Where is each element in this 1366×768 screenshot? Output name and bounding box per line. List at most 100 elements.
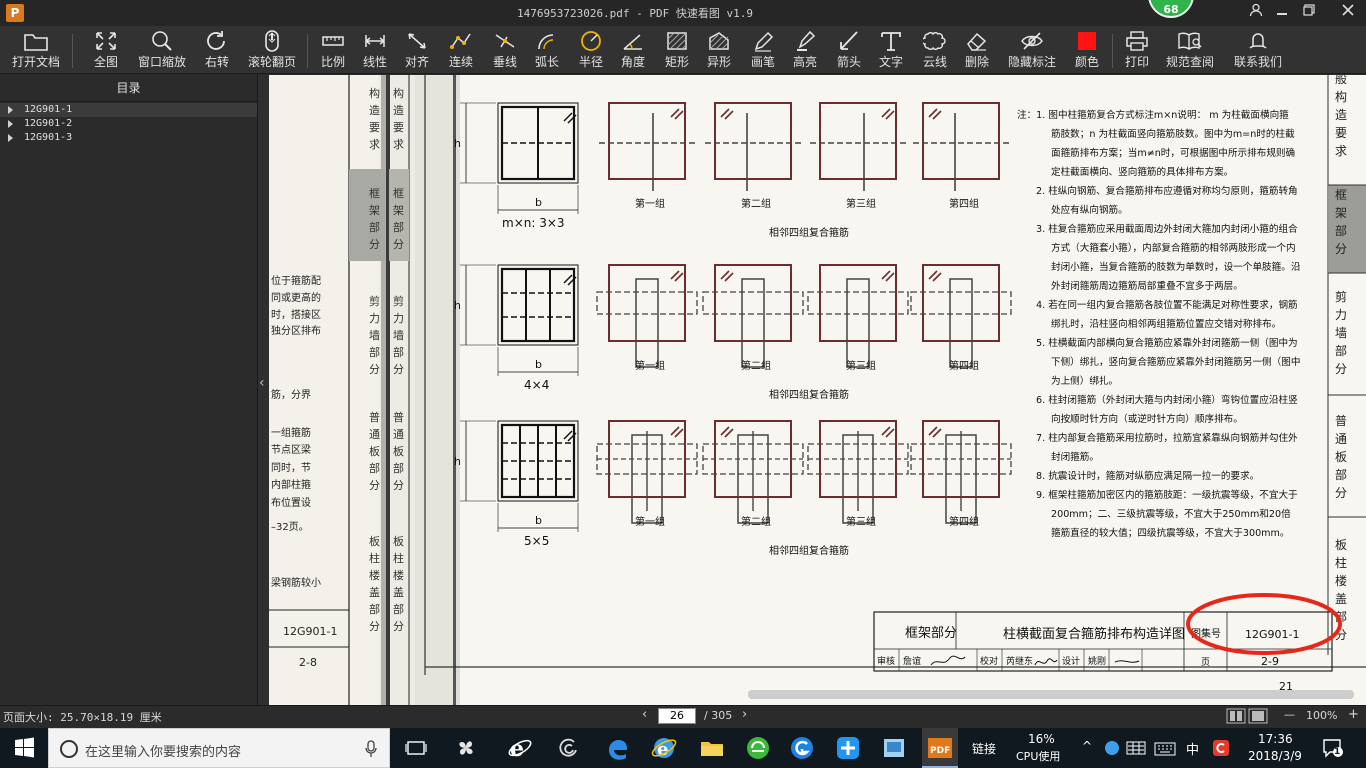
fit-page-button[interactable]: 全图 bbox=[86, 28, 126, 72]
note-line: 箍筋直径的较大值；四级抗震等级，不宜大于300mm。 bbox=[1051, 527, 1289, 539]
close-button[interactable] bbox=[1338, 3, 1358, 23]
next-page-icon[interactable]: › bbox=[742, 707, 747, 722]
minimize-button[interactable] bbox=[1272, 3, 1292, 23]
sidebar-collapse-bar[interactable]: ‹ bbox=[258, 75, 269, 705]
document-view[interactable]: 位于箍筋配 同或更高的 时，搭接区 独分区排布 筋，分界 一组箍筋 节点区梁 同时，节 内部柱箍… bbox=[269, 75, 1366, 705]
ime-indicator[interactable]: 中 bbox=[1186, 739, 1199, 758]
ie-blue-icon[interactable]: e bbox=[650, 734, 678, 762]
mxn-spec-label: 5×5 bbox=[524, 534, 549, 548]
tray-chevron-icon[interactable]: ^ bbox=[1082, 739, 1092, 753]
zoom-in-button[interactable]: + bbox=[1348, 707, 1359, 722]
pdf-page-render: 位于箍筋配同或更高的时，搭接区独分区排布筋，分界一组箍筋节点区梁同时，节内部柱箍… bbox=[269, 75, 1366, 705]
print-button[interactable]: 打印 bbox=[1120, 28, 1154, 72]
file-explorer-icon[interactable] bbox=[698, 734, 726, 762]
mxn-spec-label: m×n: 3×3 bbox=[502, 216, 565, 230]
expand-arrow-icon[interactable] bbox=[8, 134, 13, 142]
vertical-char: 要 bbox=[1335, 126, 1347, 140]
outline-item[interactable]: 12G901-3 bbox=[0, 131, 257, 145]
pinwheel-app-icon[interactable] bbox=[452, 734, 480, 762]
spec-lookup-button[interactable]: 规范查阅 bbox=[1162, 28, 1218, 72]
vertical-char: 分 bbox=[393, 620, 404, 633]
contact-us-button[interactable]: 联系我们 bbox=[1230, 28, 1286, 72]
continuous-dim-icon bbox=[450, 33, 471, 49]
width-dimension-label: b bbox=[535, 196, 542, 209]
note-line: 3. 柱复合箍筋应采用截面周边外封闭大箍加内封闭小箍的组合 bbox=[1036, 223, 1298, 235]
figure-caption: 相邻四组复合箍筋 bbox=[769, 388, 849, 401]
outline-item[interactable]: 12G901-2 bbox=[0, 117, 257, 131]
active-app-highlight[interactable]: PDF bbox=[922, 728, 958, 768]
sogou-browser-icon[interactable] bbox=[788, 734, 816, 762]
maximize-button[interactable] bbox=[1299, 3, 1319, 23]
zoom-out-button[interactable]: — bbox=[1284, 708, 1295, 721]
microphone-icon[interactable] bbox=[365, 740, 377, 758]
taskbar-search[interactable]: 在这里输入你要搜索的内容 bbox=[48, 728, 390, 768]
arrow-button[interactable]: 箭头 bbox=[832, 28, 866, 72]
expand-arrow-icon[interactable] bbox=[8, 106, 13, 114]
delete-button[interactable]: 删除 bbox=[960, 28, 994, 72]
image-viewer-icon[interactable] bbox=[880, 734, 908, 762]
prev-page-icon[interactable]: ‹ bbox=[642, 707, 647, 722]
left-page-text-line: 梁钢筋较小 bbox=[271, 576, 321, 589]
keyboard-icon[interactable] bbox=[1154, 742, 1176, 756]
tray-bubble-icon[interactable] bbox=[1104, 740, 1120, 756]
cloud-line-button[interactable]: 云线 bbox=[918, 28, 952, 72]
user-icon[interactable] bbox=[1246, 3, 1266, 23]
highlight-button[interactable]: 高亮 bbox=[788, 28, 822, 72]
rect-area-button[interactable]: 矩形 bbox=[660, 28, 694, 72]
wheel-page-button[interactable]: 滚轮翻页 bbox=[244, 28, 300, 72]
outline-title: 目录 bbox=[0, 75, 257, 102]
review-label: 审核 bbox=[877, 655, 895, 667]
page-layout-icon[interactable] bbox=[1226, 708, 1270, 727]
left-page-text-line: 筋，分界 bbox=[271, 388, 311, 401]
clock-time[interactable]: 17:36 bbox=[1258, 732, 1293, 746]
angle-button[interactable]: 角度 bbox=[616, 28, 650, 72]
linear-dimension-button[interactable]: 线性 bbox=[358, 28, 392, 72]
checker-name: 芮继东 bbox=[1006, 655, 1033, 667]
clock-date[interactable]: 2018/3/9 bbox=[1248, 749, 1302, 763]
highlighter-icon bbox=[797, 30, 816, 51]
window-zoom-button[interactable]: 窗口缩放 bbox=[136, 28, 188, 72]
start-button[interactable] bbox=[0, 728, 48, 768]
irregular-area-button[interactable]: 异形 bbox=[702, 28, 736, 72]
perpendicular-button[interactable]: 垂线 bbox=[488, 28, 522, 72]
aligned-dimension-button[interactable]: 对齐 bbox=[400, 28, 434, 72]
color-swatch-icon bbox=[1078, 32, 1096, 50]
ie-browser-icon[interactable]: e bbox=[506, 734, 534, 762]
sogou-ime-icon[interactable] bbox=[1212, 739, 1230, 757]
text-button[interactable]: 文字 bbox=[874, 28, 908, 72]
note-line: 下侧）绑扎，竖向复合箍筋应紧靠外封闭箍筋另一侧（图中 bbox=[1051, 356, 1300, 368]
tray-network-icon[interactable] bbox=[1126, 741, 1146, 755]
left-page-text-line: 内部柱箍 bbox=[271, 478, 311, 491]
scale-button[interactable]: 比例 bbox=[316, 28, 350, 72]
pen-button[interactable]: 画笔 bbox=[746, 28, 780, 72]
hide-annotations-button[interactable]: 隐藏标注 bbox=[1004, 28, 1060, 72]
plus-app-icon[interactable] bbox=[834, 734, 862, 762]
left-tab-label: 普通板部分 bbox=[369, 410, 380, 492]
page-number-input[interactable]: 26 bbox=[658, 708, 696, 724]
collapse-left-icon[interactable]: ‹ bbox=[259, 375, 265, 391]
perpendicular-icon bbox=[495, 34, 515, 48]
notification-icon[interactable] bbox=[1322, 738, 1344, 758]
vertical-char: 柱 bbox=[393, 551, 404, 565]
swirl-browser-icon[interactable] bbox=[554, 734, 582, 762]
horizontal-scrollbar[interactable] bbox=[748, 690, 1354, 699]
group-label: 第二组 bbox=[741, 197, 771, 210]
vertical-char: 柱 bbox=[1335, 555, 1347, 570]
expand-arrow-icon[interactable] bbox=[8, 120, 13, 128]
360-security-icon[interactable] bbox=[744, 734, 772, 762]
vertical-char: 分 bbox=[1335, 362, 1347, 376]
vertical-char: 部 bbox=[393, 602, 404, 616]
open-document-button[interactable]: 打开文档 bbox=[8, 28, 64, 72]
search-placeholder: 在这里输入你要搜索的内容 bbox=[85, 745, 242, 760]
vertical-char: 造 bbox=[369, 103, 380, 117]
radius-button[interactable]: 半径 bbox=[574, 28, 608, 72]
arc-length-button[interactable]: 弧长 bbox=[530, 28, 564, 72]
continuous-dimension-button[interactable]: 连续 bbox=[444, 28, 478, 72]
outline-item[interactable]: 12G901-1 bbox=[0, 103, 257, 117]
task-view-icon[interactable] bbox=[402, 734, 430, 762]
rotate-right-button[interactable]: 右转 bbox=[198, 28, 236, 72]
color-button[interactable]: 颜色 bbox=[1070, 28, 1104, 72]
link-label[interactable]: 链接 bbox=[972, 740, 996, 757]
arrow-icon bbox=[840, 31, 858, 50]
edge-browser-icon[interactable] bbox=[604, 734, 632, 762]
